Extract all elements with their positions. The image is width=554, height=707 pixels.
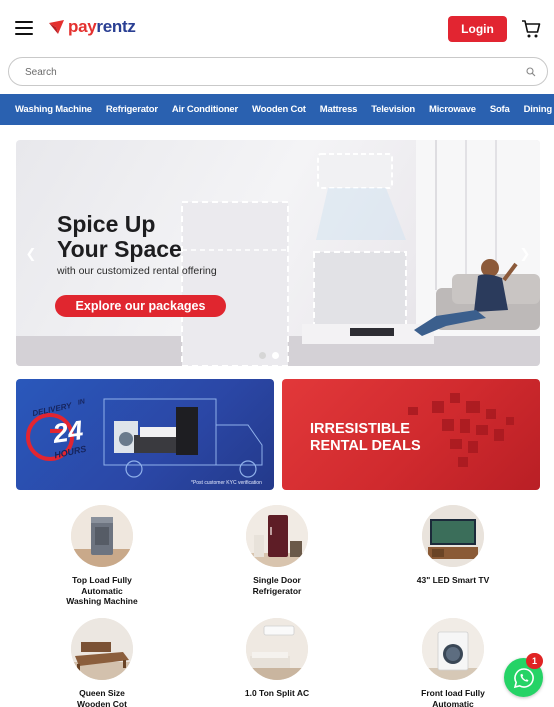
search-icon[interactable] [526, 67, 536, 77]
delivery-note: *Post customer KYC verification [191, 480, 262, 486]
product-top-load-washing-machine[interactable]: Top Load Fully Automatic Washing Machine [47, 505, 157, 607]
category-dining-table[interactable]: Dining Table [524, 104, 554, 115]
product-queen-size-wooden-cot[interactable]: Queen Size Wooden Cot [47, 618, 157, 707]
washing-machine-top-load-icon [71, 505, 133, 567]
menu-icon[interactable] [15, 21, 33, 35]
product-front-load-washing-machine[interactable]: Front load Fully Automatic [398, 618, 508, 707]
hero-banner[interactable]: Spice Up Your Space with our customized … [16, 140, 540, 366]
product-1-ton-split-ac[interactable]: 1.0 Ton Split AC [222, 618, 332, 699]
category-air-conditioner[interactable]: Air Conditioner [172, 104, 238, 115]
ac-icon [246, 618, 308, 680]
product-label: Front load Fully Automatic [421, 688, 485, 707]
rental-deals-text: IRRESISTIBLE RENTAL DEALS [310, 421, 421, 454]
whatsapp-icon [513, 667, 534, 688]
hero-subtitle: with our customized rental offering [57, 265, 217, 277]
tv-icon [422, 505, 484, 567]
product-label: Top Load Fully Automatic Washing Machine [66, 575, 138, 606]
cot-icon [71, 618, 133, 680]
search-bar [8, 57, 548, 86]
carousel-dot-2[interactable] [272, 352, 279, 359]
product-label: 1.0 Ton Split AC [244, 688, 310, 698]
product-label: Queen Size Wooden Cot [77, 688, 127, 707]
delivery-promo-banner[interactable]: DELIVERY IN 24 HOURS *Post customer KYC … [16, 379, 274, 490]
logo-text: payrentz [68, 17, 136, 37]
search-input[interactable] [25, 63, 505, 81]
logo-rentz: rentz [96, 17, 136, 36]
notification-badge: 1 [526, 653, 543, 669]
category-sofa[interactable]: Sofa [490, 104, 510, 115]
category-television[interactable]: Television [371, 104, 415, 115]
category-nav: Washing Machine Refrigerator Air Conditi… [0, 94, 554, 125]
category-refrigerator[interactable]: Refrigerator [106, 104, 158, 115]
category-microwave[interactable]: Microwave [429, 104, 476, 115]
login-button[interactable]: Login [448, 16, 507, 42]
cart-icon[interactable] [521, 19, 541, 39]
category-washing-machine[interactable]: Washing Machine [15, 104, 92, 115]
logo[interactable]: payrentz [48, 15, 136, 39]
explore-packages-button[interactable]: Explore our packages [55, 295, 226, 317]
chevron-left-icon[interactable]: ❮ [24, 246, 38, 262]
carousel-dot-1[interactable] [259, 352, 266, 359]
category-wooden-cot[interactable]: Wooden Cot [252, 104, 306, 115]
delivery-in-label: IN [77, 398, 86, 407]
product-single-door-refrigerator[interactable]: Single Door Refrigerator [222, 505, 332, 596]
carousel-dots [259, 352, 285, 359]
rental-deals-banner[interactable]: IRRESISTIBLE RENTAL DEALS [282, 379, 540, 490]
logo-arrow-icon [49, 20, 64, 34]
product-43-led-smart-tv[interactable]: 43" LED Smart TV [398, 505, 508, 586]
product-label: Single Door Refrigerator [252, 575, 302, 596]
product-label: 43" LED Smart TV [416, 575, 490, 585]
header: payrentz Login [0, 0, 554, 56]
chevron-right-icon[interactable]: ❯ [518, 246, 532, 262]
logo-pay: pay [68, 17, 97, 36]
category-mattress[interactable]: Mattress [320, 104, 358, 115]
hero-title: Spice Up Your Space [57, 211, 182, 262]
refrigerator-icon [246, 505, 308, 567]
washing-machine-front-load-icon [422, 618, 484, 680]
